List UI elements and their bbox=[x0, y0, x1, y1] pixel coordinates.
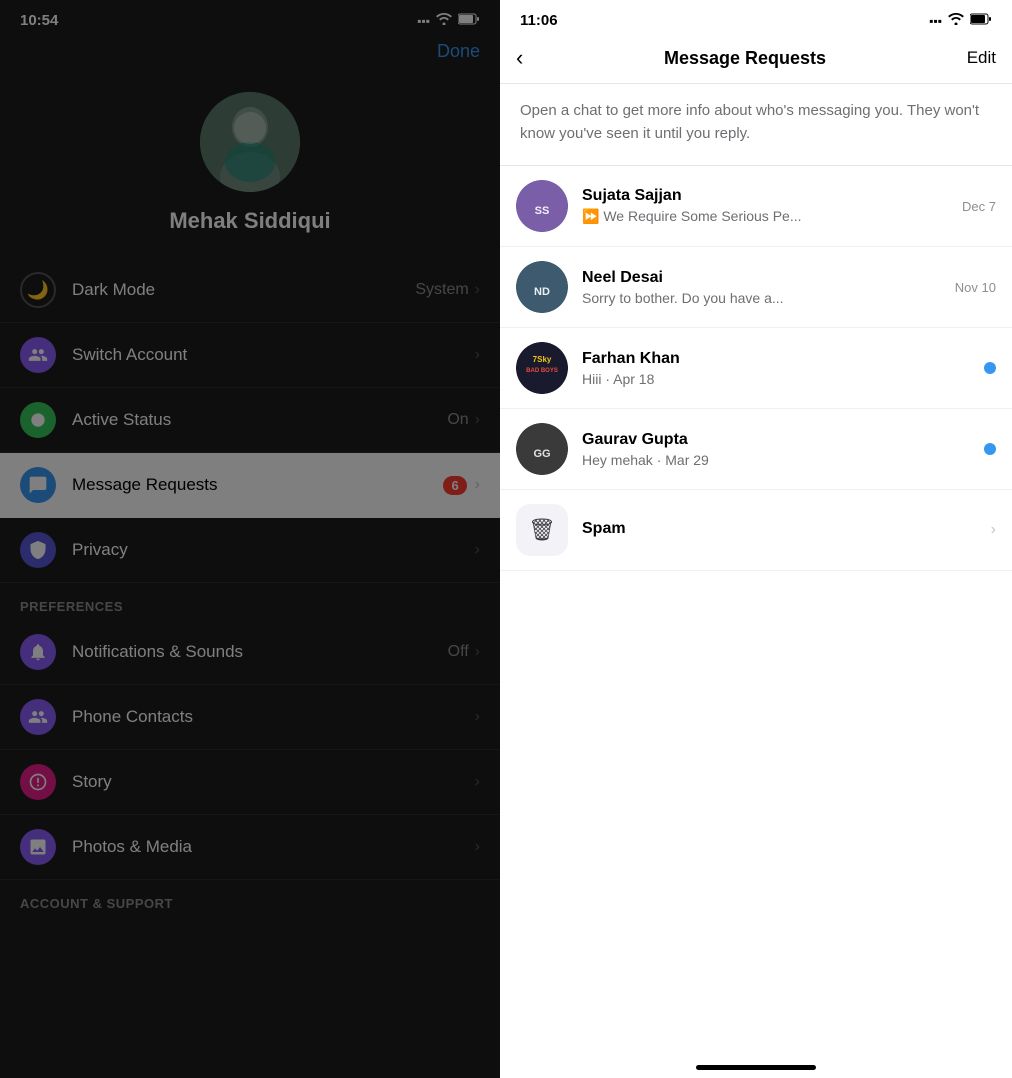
right-panel: 11:06 ▪▪▪ ‹ Message Requests Edi bbox=[500, 0, 1012, 1078]
message-meta-sujata: Dec 7 bbox=[962, 199, 996, 214]
svg-text:SS: SS bbox=[535, 205, 550, 217]
trash-icon: 🗑 bbox=[528, 517, 556, 543]
sender-name-spam: Spam bbox=[582, 520, 975, 538]
message-item-farhan[interactable]: 7Sky BAD BOYS Farhan Khan Hiii · Apr 18 bbox=[500, 328, 1012, 409]
message-preview-sujata: ⏩ We Require Some Serious Pe... bbox=[582, 208, 954, 225]
message-content-spam: Spam bbox=[582, 520, 975, 541]
sender-name-farhan: Farhan Khan bbox=[582, 350, 976, 368]
message-preview-farhan: Hiii · Apr 18 bbox=[582, 371, 976, 387]
message-content-sujata: Sujata Sajjan ⏩ We Require Some Serious … bbox=[582, 187, 954, 225]
unread-dot-gaurav bbox=[984, 443, 996, 455]
svg-text:BAD BOYS: BAD BOYS bbox=[526, 368, 558, 374]
home-indicator bbox=[500, 1053, 1012, 1078]
status-icons-right: ▪▪▪ bbox=[929, 12, 992, 29]
avatar-gaurav: GG bbox=[516, 423, 568, 475]
svg-text:GG: GG bbox=[533, 448, 550, 460]
message-item-spam[interactable]: 🗑 Spam › bbox=[500, 490, 1012, 571]
message-item-sujata[interactable]: SS Sujata Sajjan ⏩ We Require Some Serio… bbox=[500, 166, 1012, 247]
message-meta-neel: Nov 10 bbox=[955, 280, 996, 295]
nav-bar: ‹ Message Requests Edit bbox=[500, 37, 1012, 84]
signal-icon-right: ▪▪▪ bbox=[929, 14, 942, 28]
spam-chevron-icon: › bbox=[991, 521, 996, 539]
sender-name-neel: Neel Desai bbox=[582, 269, 947, 287]
sender-name-gaurav: Gaurav Gupta bbox=[582, 431, 976, 449]
back-button[interactable]: ‹ bbox=[516, 45, 523, 71]
message-date-sujata: Dec 7 bbox=[962, 199, 996, 214]
avatar-farhan: 7Sky BAD BOYS bbox=[516, 342, 568, 394]
message-preview-neel: Sorry to bother. Do you have a... bbox=[582, 290, 947, 306]
message-list: SS Sujata Sajjan ⏩ We Require Some Serio… bbox=[500, 166, 1012, 1053]
sender-name-sujata: Sujata Sajjan bbox=[582, 187, 954, 205]
left-overlay bbox=[0, 0, 500, 1078]
info-text: Open a chat to get more info about who's… bbox=[500, 84, 1012, 166]
status-bar-right: 11:06 ▪▪▪ bbox=[500, 0, 1012, 37]
svg-text:7Sky: 7Sky bbox=[533, 355, 552, 364]
left-panel: 10:54 ▪▪▪ bbox=[0, 0, 500, 1078]
avatar-spam: 🗑 bbox=[516, 504, 568, 556]
message-content-neel: Neel Desai Sorry to bother. Do you have … bbox=[582, 269, 947, 306]
message-content-gaurav: Gaurav Gupta Hey mehak · Mar 29 bbox=[582, 431, 976, 468]
svg-text:ND: ND bbox=[534, 286, 550, 298]
wifi-icon-right bbox=[948, 12, 964, 29]
home-bar bbox=[696, 1065, 816, 1070]
battery-icon-right bbox=[970, 12, 992, 29]
message-meta-farhan bbox=[984, 362, 996, 374]
message-content-farhan: Farhan Khan Hiii · Apr 18 bbox=[582, 350, 976, 387]
avatar-neel: ND bbox=[516, 261, 568, 313]
message-meta-spam: › bbox=[983, 521, 996, 539]
message-preview-gaurav: Hey mehak · Mar 29 bbox=[582, 452, 976, 468]
time-right: 11:06 bbox=[520, 12, 558, 29]
message-item-gaurav[interactable]: GG Gaurav Gupta Hey mehak · Mar 29 bbox=[500, 409, 1012, 490]
avatar-sujata: SS bbox=[516, 180, 568, 232]
edit-button[interactable]: Edit bbox=[967, 48, 996, 68]
nav-title: Message Requests bbox=[664, 48, 826, 69]
message-meta-gaurav bbox=[984, 443, 996, 455]
unread-dot-farhan bbox=[984, 362, 996, 374]
message-date-neel: Nov 10 bbox=[955, 280, 996, 295]
message-item-neel[interactable]: ND Neel Desai Sorry to bother. Do you ha… bbox=[500, 247, 1012, 328]
